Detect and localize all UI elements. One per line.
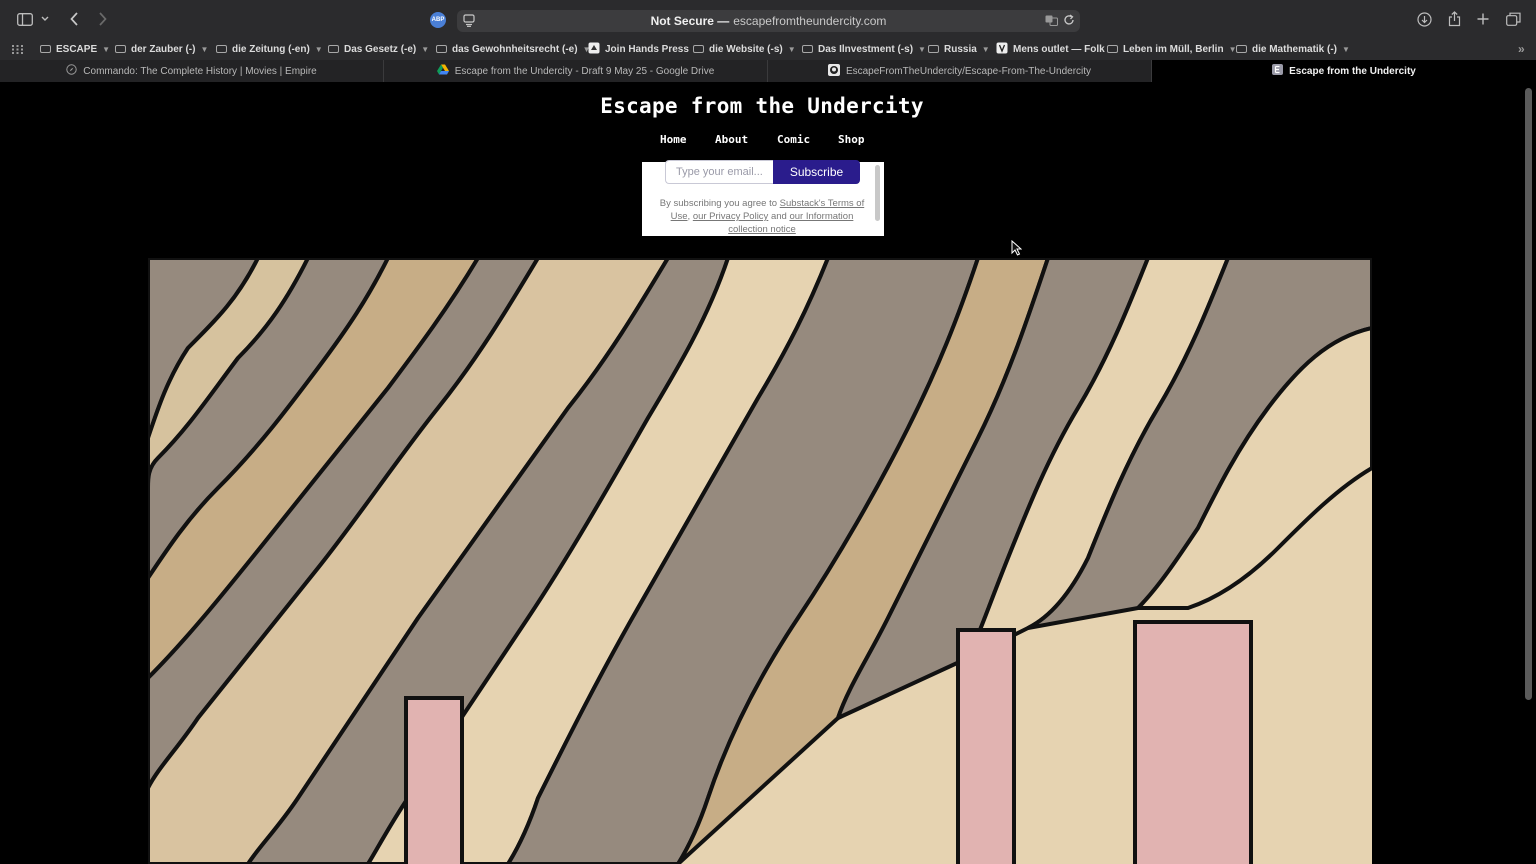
translate-icon[interactable] xyxy=(1045,15,1058,29)
bookmark-folder[interactable]: Leben im Müll, Berlin ▼ xyxy=(1107,41,1237,57)
tab-google-drive[interactable]: Escape from the Undercity - Draft 9 May … xyxy=(384,60,768,82)
privacy-policy-link[interactable]: our Privacy Policy xyxy=(693,211,769,222)
bookmark-label: Das Gesetz (-e) xyxy=(344,43,417,55)
folder-icon xyxy=(928,45,939,53)
bookmark-link[interactable]: Join Hands Press xyxy=(588,41,689,57)
chevron-down-icon: ▼ xyxy=(200,44,209,54)
folder-icon xyxy=(328,45,339,53)
browser-toolbar: ABP Not Secure — escapefromtheundercity.… xyxy=(0,0,1536,38)
bookmark-label: ESCAPE xyxy=(56,43,98,55)
comic-artwork xyxy=(148,258,1372,864)
bookmark-label: die Mathematik (-) xyxy=(1252,43,1338,55)
bookmark-folder[interactable]: der Zauber (-) ▼ xyxy=(115,41,208,57)
embed-scrollbar[interactable] xyxy=(875,165,880,221)
sidebar-toggle-icon[interactable] xyxy=(14,9,36,29)
bookmark-label: Das Ilnvestment (-s) xyxy=(818,43,914,55)
bookmark-folder[interactable]: das Gewohnheitsrecht (-e) ▼ xyxy=(436,41,591,57)
web-page: Escape from the Undercity Home About Com… xyxy=(0,82,1536,864)
chevron-down-icon[interactable] xyxy=(38,9,52,29)
more-bookmarks-icon[interactable]: » xyxy=(1518,41,1525,57)
bookmark-folder[interactable]: Das Ilnvestment (-s) ▼ xyxy=(802,41,926,57)
compass-icon xyxy=(66,64,77,78)
folder-icon xyxy=(1107,45,1118,53)
bookmark-folder[interactable]: die Zeitung (-en) ▼ xyxy=(216,41,323,57)
substack-subscribe-embed: Type your email... Subscribe By subscrib… xyxy=(642,160,884,236)
terms-text: and xyxy=(768,211,790,222)
nav-comic[interactable]: Comic xyxy=(777,133,810,149)
bookmark-label: das Gewohnheitsrecht (-e) xyxy=(452,43,578,55)
subscribe-button[interactable]: Subscribe xyxy=(773,160,860,184)
tab-label: EscapeFromTheUndercity/Escape-From-The-U… xyxy=(845,65,1092,77)
google-drive-icon xyxy=(436,64,449,78)
join-hands-press-icon xyxy=(588,42,600,57)
chevron-down-icon: ▼ xyxy=(787,44,796,54)
tab-github[interactable]: EscapeFromTheUndercity/Escape-From-The-U… xyxy=(768,60,1152,82)
folk-icon xyxy=(996,42,1008,57)
bookmark-folder[interactable]: die Mathematik (-) ▼ xyxy=(1236,41,1350,57)
share-icon[interactable] xyxy=(1443,9,1465,29)
nav-shop[interactable]: Shop xyxy=(838,133,865,149)
folder-icon xyxy=(436,45,447,53)
site-favicon-icon xyxy=(1272,64,1284,78)
bookmark-label: die Website (-s) xyxy=(709,43,783,55)
bookmark-folder[interactable]: die Website (-s) ▼ xyxy=(693,41,796,57)
tab-label: Commando: The Complete History | Movies … xyxy=(83,65,317,77)
tab-overview-icon[interactable] xyxy=(1502,9,1524,29)
chevron-down-icon: ▼ xyxy=(421,44,430,54)
bookmark-label: Leben im Müll, Berlin xyxy=(1123,43,1224,55)
adblock-icon[interactable]: ABP xyxy=(430,12,446,28)
chevron-down-icon: ▼ xyxy=(1342,44,1350,54)
folder-icon xyxy=(40,45,51,53)
folder-icon xyxy=(216,45,227,53)
address-bar[interactable]: Not Secure — escapefromtheundercity.com xyxy=(457,10,1080,32)
email-input[interactable]: Type your email... xyxy=(665,160,775,184)
nav-home[interactable]: Home xyxy=(660,133,687,149)
github-icon xyxy=(827,63,840,79)
bookmark-label: der Zauber (-) xyxy=(131,43,196,55)
new-tab-icon[interactable] xyxy=(1472,9,1494,29)
url-text: escapefromtheundercity.com xyxy=(733,14,887,28)
reload-icon[interactable] xyxy=(1063,14,1075,29)
security-status: Not Secure — xyxy=(650,14,730,28)
chevron-down-icon: ▼ xyxy=(918,44,926,54)
chevron-down-icon: ▼ xyxy=(981,44,990,54)
bookmark-folder[interactable]: Russia ▼ xyxy=(928,41,990,57)
site-title: Escape from the Undercity xyxy=(600,94,924,118)
folder-icon xyxy=(802,45,813,53)
folder-icon xyxy=(693,45,704,53)
bookmark-folder[interactable]: ESCAPE ▼ xyxy=(40,41,110,57)
mouse-cursor-icon xyxy=(1011,239,1023,261)
nav-about[interactable]: About xyxy=(715,133,748,149)
forward-icon[interactable] xyxy=(91,9,113,29)
back-icon[interactable] xyxy=(63,9,85,29)
page-scrollbar[interactable] xyxy=(1525,88,1532,700)
bookmark-link[interactable]: Mens outlet — Folk xyxy=(996,41,1105,57)
folder-icon xyxy=(1236,45,1247,53)
tab-bar: Commando: The Complete History | Movies … xyxy=(0,60,1536,82)
tab-label: Escape from the Undercity xyxy=(1289,65,1416,77)
terms-text: By subscribing you agree to xyxy=(659,198,780,209)
bookmark-label: Mens outlet — Folk xyxy=(1013,43,1105,55)
bookmarks-bar: ESCAPE ▼ der Zauber (-) ▼ die Zeitung (-en… xyxy=(0,38,1536,60)
subscribe-terms: By subscribing you agree to Substack's T… xyxy=(656,197,868,236)
tab-commando[interactable]: Commando: The Complete History | Movies … xyxy=(0,60,384,82)
comic-illustration xyxy=(148,258,1372,864)
bookmark-label: Join Hands Press xyxy=(605,43,689,55)
bookmark-label: Russia xyxy=(944,43,977,55)
downloads-icon[interactable] xyxy=(1413,9,1435,29)
page-menu-icon[interactable] xyxy=(463,14,475,30)
tab-escape-from-the-undercity[interactable]: Escape from the Undercity xyxy=(1152,60,1536,82)
folder-icon xyxy=(115,45,126,53)
chevron-down-icon: ▼ xyxy=(314,44,323,54)
chevron-down-icon: ▼ xyxy=(102,44,111,54)
apps-grid-icon[interactable] xyxy=(12,41,23,57)
bookmark-folder[interactable]: Das Gesetz (-e) ▼ xyxy=(328,41,429,57)
bookmark-label: die Zeitung (-en) xyxy=(232,43,310,55)
tab-label: Escape from the Undercity - Draft 9 May … xyxy=(454,65,715,77)
